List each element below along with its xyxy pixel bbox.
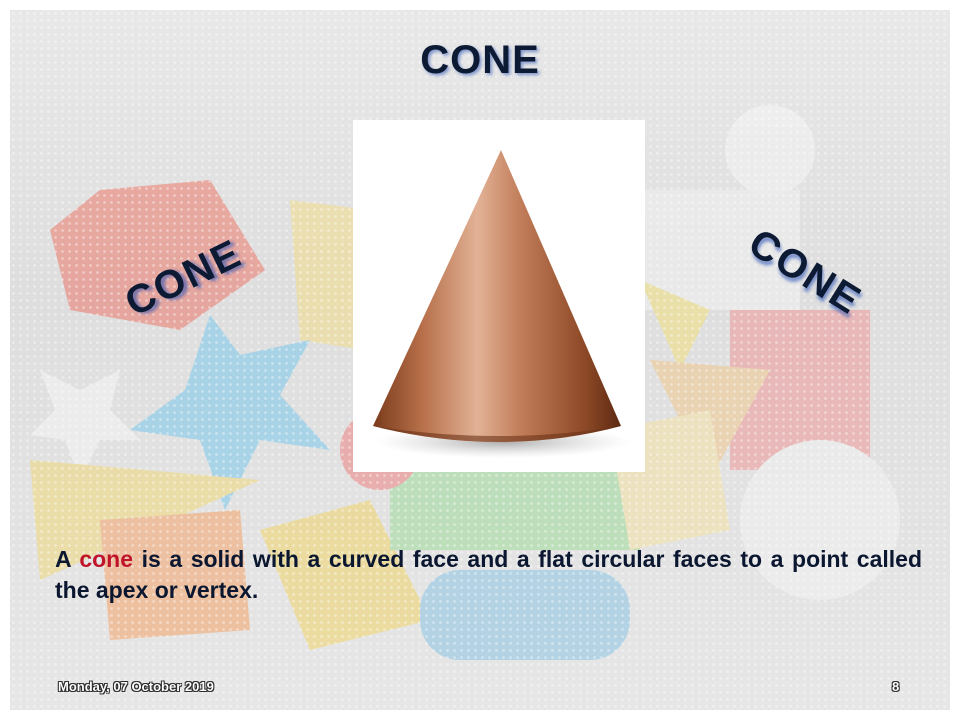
definition-highlight: cone: [79, 546, 134, 572]
page-number: 8: [892, 679, 900, 694]
cone-definition: A cone is a solid with a curved face and…: [55, 544, 922, 606]
definition-suffix: is a solid with a curved face and a flat…: [55, 546, 922, 603]
cone-illustration: [373, 150, 631, 458]
definition-prefix: A: [55, 546, 80, 572]
footer-date: Monday, 07 October 2019: [58, 679, 214, 694]
slide: CONE CONE CONE A cone is a solid with a …: [10, 10, 950, 710]
slide-title: CONE: [420, 38, 540, 82]
cone-image: [353, 120, 645, 472]
